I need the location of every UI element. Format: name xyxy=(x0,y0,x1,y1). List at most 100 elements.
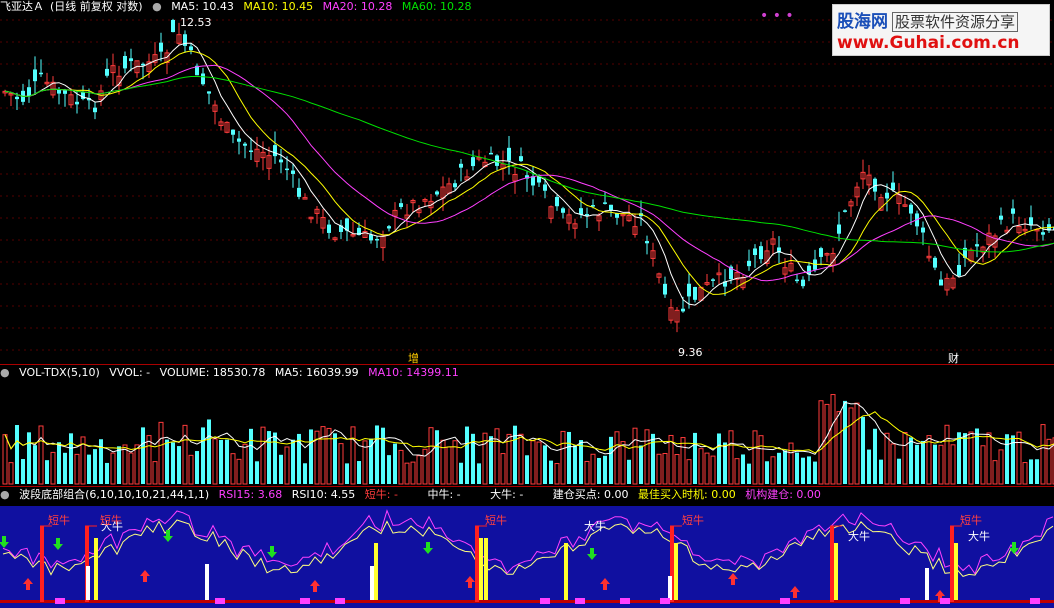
watermark-url: www.Guhai.com.cn xyxy=(837,33,1020,53)
volume-bar xyxy=(8,462,14,485)
candle-body xyxy=(63,89,67,94)
volume-bar xyxy=(728,430,734,485)
volume-bar xyxy=(813,461,817,484)
candle-body xyxy=(273,145,277,157)
candle-body xyxy=(489,152,493,155)
volume-settings-icon[interactable]: ● xyxy=(0,366,10,379)
volume-bar xyxy=(333,433,337,484)
volume-bar xyxy=(74,453,80,485)
volume-bar xyxy=(861,416,865,484)
volume-bar xyxy=(375,425,379,484)
candle-body xyxy=(1029,217,1033,226)
short-bull-bar xyxy=(950,526,954,602)
candle-body xyxy=(759,246,763,260)
volume-bar xyxy=(459,462,463,484)
candle-body xyxy=(711,279,715,281)
volume-bar xyxy=(644,429,650,485)
volume-bar xyxy=(897,458,901,484)
build-buy-label: 建仓买点: 0.00 xyxy=(552,488,629,501)
volume-bar xyxy=(105,462,109,484)
ma20-line xyxy=(4,64,1054,282)
price-chart-panel[interactable]: 飞亚达Ａ (日线 前复权 对数) ● MA5: 10.43 MA10: 10.45… xyxy=(0,0,1054,366)
bottom-signal xyxy=(940,598,950,604)
bottom-signal xyxy=(540,598,550,604)
volume-bar xyxy=(968,431,974,485)
volume-bar xyxy=(1016,431,1022,485)
volume-bar xyxy=(693,432,697,484)
volume-bar xyxy=(50,451,56,485)
indicator-settings-icon[interactable]: ● xyxy=(0,488,10,501)
event-marker-zeng[interactable]: 增 xyxy=(408,350,419,366)
volume-bar xyxy=(225,439,229,484)
big-bull-bar xyxy=(374,543,378,600)
stock-name: 飞亚达Ａ xyxy=(0,0,44,13)
bottom-signal xyxy=(900,598,910,604)
big-bull-bar xyxy=(954,543,958,600)
volume-bar xyxy=(795,452,799,484)
big-bull-bar xyxy=(834,543,838,600)
candle-body xyxy=(459,163,463,168)
candle-body xyxy=(279,159,283,163)
volume-bar xyxy=(1029,459,1033,484)
big-bull-tag: 大牛 xyxy=(968,529,990,543)
volume-bar xyxy=(818,400,824,485)
volume-ma10-label: MA10: 14399.11 xyxy=(368,366,459,379)
price-legend: 飞亚达Ａ (日线 前复权 对数) ● MA5: 10.43 MA10: 10.45… xyxy=(0,0,478,14)
bottom-signal xyxy=(335,598,345,604)
volume-bar xyxy=(909,437,913,484)
volume-bar xyxy=(627,459,631,484)
volume-bar xyxy=(171,442,175,484)
volume-bar xyxy=(1040,424,1046,485)
volume-bar xyxy=(992,460,998,485)
more-dots-icon[interactable]: • • • xyxy=(760,8,794,24)
candle-body xyxy=(663,283,667,295)
volume-bar xyxy=(560,430,566,485)
short-bull-bar xyxy=(475,526,479,602)
big-bull-bar xyxy=(479,538,483,600)
volume-legend: ● VOL-TDX(5,10) VVOL: - VOLUME: 18530.78… xyxy=(0,366,465,380)
candle-body xyxy=(507,147,511,161)
volume-bar xyxy=(579,440,583,484)
big-bull-label: 大牛: - xyxy=(490,488,524,501)
volume-ma10-line xyxy=(4,411,1054,454)
volume-bar xyxy=(212,438,218,485)
settings-circle-icon[interactable]: ● xyxy=(152,0,162,13)
volume-bar xyxy=(788,442,794,485)
short-bull-tag: 短牛 xyxy=(100,513,122,527)
volume-bar xyxy=(158,421,164,485)
volume-bar xyxy=(188,454,194,485)
volume-bar xyxy=(326,427,332,485)
volume-bar xyxy=(597,457,601,484)
event-marker-cai[interactable]: 财 xyxy=(948,350,959,366)
volume-bar xyxy=(117,446,121,484)
volume-bar xyxy=(986,432,992,485)
volume-bar xyxy=(398,449,404,485)
volume-bar xyxy=(338,443,344,485)
short-bull-tag: 短牛 xyxy=(485,513,507,527)
volume-bar xyxy=(2,434,8,485)
volume-bar xyxy=(345,463,349,484)
candle-body xyxy=(105,68,109,76)
volume-bar xyxy=(350,426,356,485)
volume-bar xyxy=(710,455,716,485)
volume-panel[interactable]: ● VOL-TDX(5,10) VVOL: - VOLUME: 18530.78… xyxy=(0,366,1054,486)
bottom-signal xyxy=(215,598,225,604)
volume-bar xyxy=(590,453,596,485)
volume-bar xyxy=(489,436,493,484)
volume-bar xyxy=(255,461,259,484)
volume-bar xyxy=(404,462,410,485)
ma60-line xyxy=(4,76,1054,253)
candle-body xyxy=(609,204,613,211)
volume-bar xyxy=(63,452,67,484)
candle-body xyxy=(891,182,895,191)
volume-bar xyxy=(747,463,751,484)
candle-body xyxy=(519,156,523,162)
volume-bar xyxy=(752,430,758,485)
volume-bar xyxy=(236,458,242,485)
best-time-label: 最佳买入时机: 0.00 xyxy=(638,488,736,501)
volume-bar xyxy=(27,432,31,484)
volume-bar xyxy=(698,448,704,485)
indicator-panel[interactable]: ● 波段底部组合(6,10,10,10,21,44,1,1) RSI15: 3.… xyxy=(0,488,1054,608)
candle-body xyxy=(123,56,127,69)
candle-body xyxy=(921,227,925,233)
